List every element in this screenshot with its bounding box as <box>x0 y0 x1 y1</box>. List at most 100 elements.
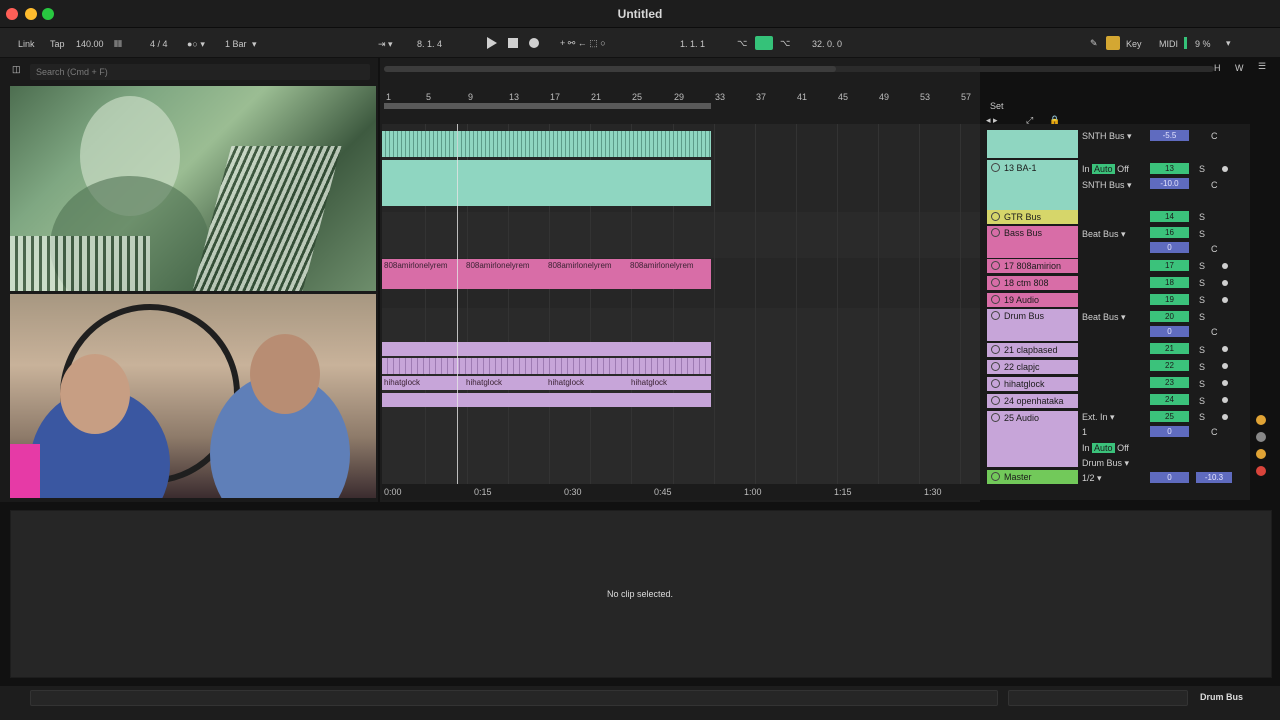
midi-map-button[interactable]: MIDI <box>1159 39 1178 49</box>
play-button[interactable] <box>487 37 497 49</box>
track-header-openhataka[interactable]: 24 openhataka <box>987 394 1078 408</box>
solo-button[interactable]: S <box>1199 412 1205 422</box>
overdub-icon[interactable]: + ⚯ ← ⬚ ○ <box>560 38 606 49</box>
fold-icon[interactable] <box>991 345 1000 354</box>
monitor-off[interactable]: Off <box>1117 164 1129 174</box>
arm-button[interactable] <box>1222 414 1228 420</box>
track-volume[interactable]: -10.0 <box>1150 178 1189 189</box>
clip-clapjc[interactable] <box>382 358 711 374</box>
browser-toggle-icon[interactable]: ◫ <box>12 64 21 75</box>
solo-button[interactable]: S <box>1199 261 1205 271</box>
track-header-clapjc[interactable]: 22 clapjc <box>987 360 1078 374</box>
track-header-19-audio[interactable]: 19 Audio <box>987 293 1078 307</box>
track-header-clapbased[interactable]: 21 clapbased <box>987 343 1078 357</box>
track-header-master[interactable]: Master <box>987 470 1078 484</box>
monitor-auto[interactable]: Auto <box>1092 443 1115 453</box>
fold-icon[interactable] <box>991 472 1000 481</box>
track-header-hihatglock[interactable]: hihatglock <box>987 377 1078 391</box>
pan-readout[interactable]: C <box>1211 180 1218 190</box>
track-activator[interactable]: 20 <box>1150 311 1189 322</box>
track-header-drum-bus[interactable]: Drum Bus <box>987 309 1078 341</box>
fold-icon[interactable] <box>991 396 1000 405</box>
track-header-gtr-bus[interactable]: GTR Bus <box>987 210 1078 224</box>
link-button[interactable]: Link <box>18 39 35 49</box>
clip-clapbased[interactable] <box>382 342 711 356</box>
mixer-toggle-icon[interactable] <box>1256 449 1266 459</box>
arm-button[interactable] <box>1222 346 1228 352</box>
arm-button[interactable] <box>1222 380 1228 386</box>
output-routing[interactable]: SNTH Bus ▾ <box>1082 131 1132 142</box>
punch-out-icon[interactable]: ⌥ <box>780 38 790 49</box>
crossfader-toggle-icon[interactable] <box>1256 466 1266 476</box>
metronome-icon[interactable]: ●○ ▾ <box>187 39 205 50</box>
track-activator[interactable]: 16 <box>1150 227 1189 238</box>
loop-start-field[interactable]: 1. 1. 1 <box>680 39 705 49</box>
master-volume[interactable]: -10.3 <box>1196 472 1232 483</box>
track-activator[interactable]: 21 <box>1150 343 1189 354</box>
track-activator[interactable]: 19 <box>1150 294 1189 305</box>
track-activator[interactable]: 14 <box>1150 211 1189 222</box>
solo-button[interactable]: S <box>1199 164 1205 174</box>
fold-icon[interactable] <box>991 163 1000 172</box>
input-channel-routing[interactable]: 1 <box>1082 427 1142 437</box>
arm-button[interactable] <box>1222 263 1228 269</box>
search-input[interactable]: Search (Cmd + F) <box>30 64 370 80</box>
output-routing[interactable]: Beat Bus ▾ <box>1082 312 1126 323</box>
time-signature-field[interactable]: 4 / 4 <box>150 39 168 49</box>
pan-readout[interactable]: C <box>1211 131 1218 141</box>
tempo-field[interactable]: 140.00 <box>76 39 104 49</box>
computer-midi-keyboard-icon[interactable] <box>1106 36 1120 50</box>
punch-in-icon[interactable]: ⌥ <box>737 38 747 49</box>
track-header-ctm-808[interactable]: 18 ctm 808 <box>987 276 1078 290</box>
clip-ba1[interactable] <box>382 160 711 206</box>
pan-readout[interactable]: C <box>1211 327 1218 337</box>
track-activator[interactable]: 17 <box>1150 260 1189 271</box>
follow-arrow-icon[interactable]: ⇥ ▾ <box>378 39 393 50</box>
solo-button[interactable]: S <box>1199 345 1205 355</box>
draw-mode-icon[interactable]: ✎ <box>1090 38 1098 49</box>
solo-button[interactable]: S <box>1199 212 1205 222</box>
fold-icon[interactable] <box>991 278 1000 287</box>
monitor-in[interactable]: In <box>1082 443 1090 453</box>
fold-icon[interactable] <box>991 311 1000 320</box>
monitor-off[interactable]: Off <box>1117 443 1129 453</box>
pan-readout[interactable]: C <box>1211 244 1218 254</box>
output-routing[interactable]: Beat Bus ▾ <box>1082 229 1126 240</box>
output-routing[interactable]: Drum Bus ▾ <box>1082 458 1129 469</box>
monitor-in[interactable]: In <box>1082 164 1090 174</box>
stop-button[interactable] <box>508 38 518 48</box>
clip-openhat[interactable] <box>382 393 711 407</box>
menu-icon[interactable]: ☰ <box>1258 61 1266 72</box>
record-button[interactable] <box>529 38 539 48</box>
master-output-routing[interactable]: 1/2 ▾ <box>1082 473 1102 484</box>
track-volume[interactable]: 0 <box>1150 326 1189 337</box>
track-activator[interactable]: 25 <box>1150 411 1189 422</box>
time-ruler[interactable] <box>382 484 980 500</box>
loop-brace[interactable] <box>384 103 711 109</box>
fold-icon[interactable] <box>991 379 1000 388</box>
io-toggle-icon[interactable] <box>1256 415 1266 425</box>
fold-icon[interactable] <box>991 228 1000 237</box>
loop-switch-button[interactable] <box>755 36 773 50</box>
arm-button[interactable] <box>1222 363 1228 369</box>
track-activator[interactable]: 18 <box>1150 277 1189 288</box>
fold-icon[interactable] <box>991 261 1000 270</box>
solo-button[interactable]: S <box>1199 229 1205 239</box>
track-header-808amirion[interactable]: 17 808amirion <box>987 259 1078 273</box>
pan-readout[interactable]: C <box>1211 427 1218 437</box>
chevron-down-icon[interactable]: ▾ <box>1226 38 1231 49</box>
returns-toggle-icon[interactable] <box>1256 432 1266 442</box>
track-header-ba1[interactable]: 13 BA-1 <box>987 160 1078 212</box>
track-activator[interactable]: 13 <box>1150 163 1189 174</box>
arm-button[interactable] <box>1222 280 1228 286</box>
metronome-bars-icon[interactable]: ⦀⦀ <box>114 39 122 50</box>
input-type-routing[interactable]: Ext. In ▾ <box>1082 412 1115 423</box>
output-routing[interactable]: SNTH Bus ▾ <box>1082 180 1132 191</box>
arm-button[interactable] <box>1222 397 1228 403</box>
monitor-controls[interactable]: In Auto Off <box>1082 164 1129 174</box>
track-activator[interactable]: 24 <box>1150 394 1189 405</box>
track-volume[interactable]: 0 <box>1150 426 1189 437</box>
zoom-width-button[interactable]: W <box>1235 63 1244 73</box>
arrangement-position-field[interactable]: 8. 1. 4 <box>417 39 442 49</box>
monitor-controls[interactable]: In Auto Off <box>1082 443 1129 453</box>
